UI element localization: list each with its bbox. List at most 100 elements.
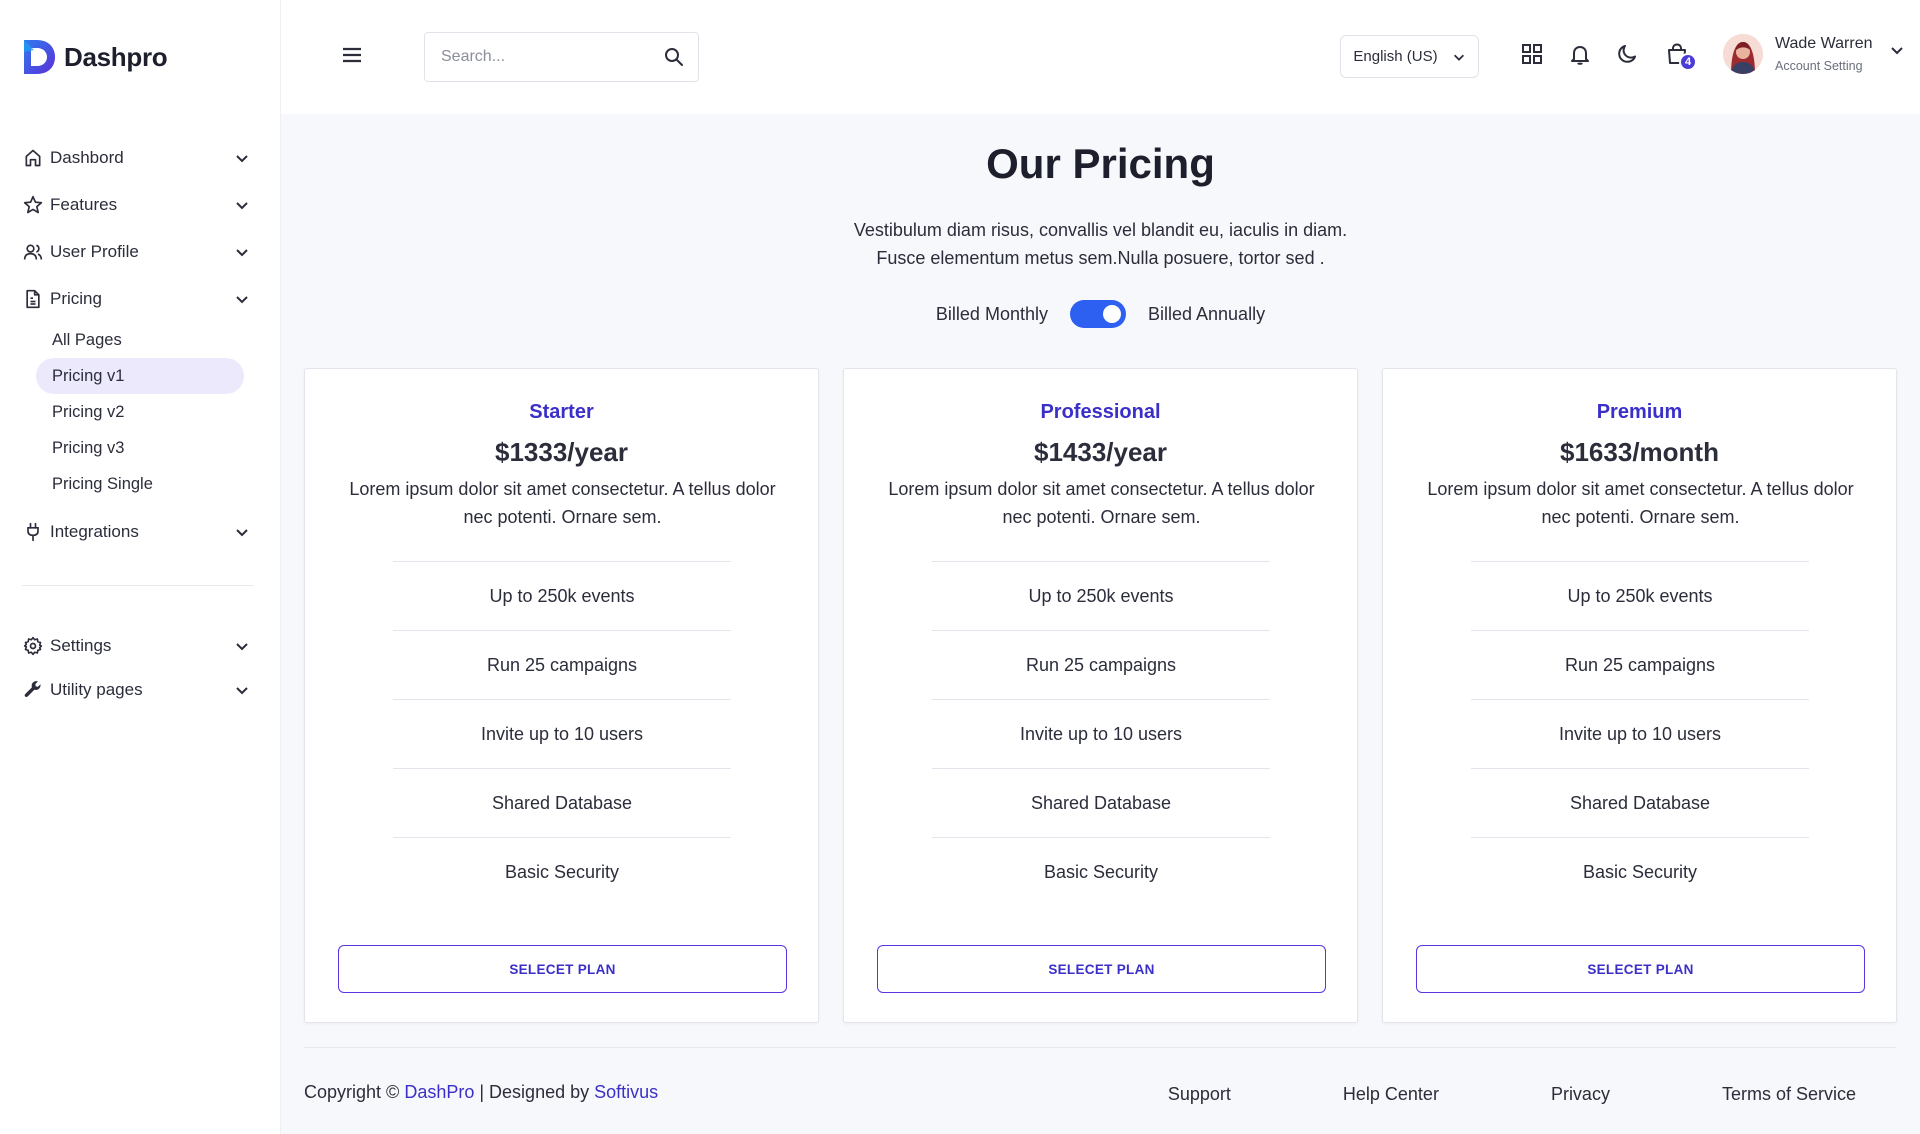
footer-link-privacy[interactable]: Privacy: [1551, 1084, 1610, 1105]
chevron-down-icon: [236, 295, 248, 303]
home-icon: [22, 147, 44, 169]
footer-links: Support Help Center Privacy Terms of Ser…: [1168, 1084, 1856, 1105]
chevron-down-icon: [236, 154, 248, 162]
grid-icon: [1522, 44, 1542, 64]
plan-features: Up to 250k events Run 25 campaigns Invit…: [1471, 561, 1809, 906]
chevron-down-icon: [236, 687, 248, 695]
feature-item: Up to 250k events: [1471, 561, 1809, 630]
feature-item: Basic Security: [932, 837, 1270, 906]
notifications-button[interactable]: [1569, 43, 1593, 67]
user-info: Wade Warren Account Setting: [1775, 35, 1873, 73]
footer-link-terms[interactable]: Terms of Service: [1722, 1084, 1856, 1105]
feature-item: Basic Security: [1471, 837, 1809, 906]
chevron-down-icon: [236, 528, 248, 536]
pricing-card-premium: Premium $1633/month Lorem ipsum dolor si…: [1382, 368, 1897, 1023]
footer-link-support[interactable]: Support: [1168, 1084, 1231, 1105]
sidebar-nav: Dashbord Features User Profile Pricing A…: [22, 134, 262, 712]
feature-item: Shared Database: [393, 768, 731, 837]
sidebar-item-dashboard[interactable]: Dashbord: [22, 134, 262, 181]
cart-button[interactable]: 4: [1666, 43, 1697, 71]
sidebar-item-user-profile[interactable]: User Profile: [22, 228, 262, 275]
pricing-cards: Starter $1333/year Lorem ipsum dolor sit…: [304, 368, 1897, 1023]
search-box: [424, 32, 699, 82]
select-plan-button[interactable]: SELECET PLAN: [338, 945, 787, 993]
plan-description: Lorem ipsum dolor sit amet consectetur. …: [888, 479, 1315, 527]
sidebar-item-integrations[interactable]: Integrations: [22, 508, 262, 555]
toggle-knob: [1102, 305, 1121, 323]
subtitle-line-1: Vestibulum diam risus, convallis vel bla…: [853, 220, 1348, 240]
dashpro-link[interactable]: DashPro: [404, 1082, 474, 1102]
subtitle-line-2: Fusce elementum metus sem.Nulla posuere,…: [876, 248, 1325, 268]
plan-description: Lorem ipsum dolor sit amet consectetur. …: [349, 479, 776, 527]
sidebar-item-label: Integrations: [50, 521, 139, 541]
plan-name: Starter: [529, 401, 594, 423]
apps-grid-button[interactable]: [1521, 43, 1545, 67]
sidebar-divider: [22, 585, 254, 586]
plan-description: Lorem ipsum dolor sit amet consectetur. …: [1427, 479, 1854, 527]
brand[interactable]: Dashpro: [22, 38, 168, 76]
page-title: Our Pricing: [986, 140, 1215, 187]
sidebar-item-pricing[interactable]: Pricing: [22, 275, 262, 322]
softivus-link[interactable]: Softivus: [594, 1082, 658, 1102]
sidebar-item-settings[interactable]: Settings: [22, 624, 262, 668]
chevron-down-icon: [1890, 47, 1903, 55]
bell-icon: [1571, 46, 1589, 65]
plan-price: $1633/month: [1560, 437, 1719, 467]
sidebar-item-utility-pages[interactable]: Utility pages: [22, 668, 262, 712]
chevron-down-icon: [236, 201, 248, 209]
wrench-icon: [22, 679, 44, 701]
footer: Copyright © DashPro | Designed by Softiv…: [304, 1047, 1896, 1134]
language-label: English (US): [1353, 48, 1438, 65]
feature-item: Shared Database: [1471, 768, 1809, 837]
feature-item: Run 25 campaigns: [393, 630, 731, 699]
feature-item: Run 25 campaigns: [932, 630, 1270, 699]
theme-toggle-button[interactable]: [1617, 43, 1641, 67]
language-selector[interactable]: English (US): [1340, 35, 1479, 78]
sidebar-item-label: Settings: [50, 636, 112, 655]
sidebar-item-label: Dashbord: [50, 147, 124, 167]
feature-item: Invite up to 10 users: [932, 699, 1270, 768]
hamburger-menu-icon[interactable]: [341, 46, 363, 64]
pricing-card-starter: Starter $1333/year Lorem ipsum dolor sit…: [304, 368, 819, 1023]
sidebar-item-label: User Profile: [50, 241, 139, 261]
copyright: Copyright © DashPro | Designed by Softiv…: [304, 1082, 658, 1103]
dashpro-logo-icon: [24, 40, 55, 74]
sidebar-item-label: Features: [50, 194, 118, 214]
chevron-down-icon: [236, 248, 248, 256]
select-plan-button[interactable]: SELECET PLAN: [1416, 945, 1865, 993]
plug-icon: [22, 521, 44, 543]
avatar: [1723, 34, 1763, 74]
chevron-down-icon: [236, 643, 248, 651]
select-plan-button[interactable]: SELECET PLAN: [877, 945, 1326, 993]
designed-by-text: | Designed by: [479, 1082, 590, 1102]
plan-price: $1333/year: [494, 437, 629, 467]
footer-link-help-center[interactable]: Help Center: [1343, 1084, 1439, 1105]
sidebar-subitem-pricing-v2[interactable]: Pricing v2: [36, 394, 244, 430]
search-icon[interactable]: [664, 47, 684, 67]
pricing-submenu: All Pages Pricing v1 Pricing v2 Pricing …: [22, 322, 262, 502]
plan-price: $1433/year: [1033, 437, 1168, 467]
user-profile-menu[interactable]: Wade Warren Account Setting: [1723, 34, 1905, 74]
sidebar-subitem-pricing-v3[interactable]: Pricing v3: [36, 430, 244, 466]
billing-toggle[interactable]: [1069, 300, 1126, 328]
plan-features: Up to 250k events Run 25 campaigns Invit…: [932, 561, 1270, 906]
plan-features: Up to 250k events Run 25 campaigns Invit…: [393, 561, 731, 906]
sidebar-item-features[interactable]: Features: [22, 181, 262, 228]
sidebar-subitem-all-pages[interactable]: All Pages: [36, 322, 244, 358]
sidebar-subitem-pricing-single[interactable]: Pricing Single: [36, 466, 244, 502]
user-name: Wade Warren: [1775, 35, 1873, 52]
account-setting-label: Account Setting: [1775, 59, 1863, 73]
sidebar: Dashpro Dashbord Features User Profile P…: [0, 0, 281, 1134]
billing-toggle-row: Billed Monthly Billed Annually: [281, 300, 1920, 328]
sidebar-subitem-pricing-v1[interactable]: Pricing v1: [36, 358, 244, 394]
feature-item: Up to 250k events: [393, 561, 731, 630]
gear-icon: [22, 635, 44, 657]
users-icon: [22, 241, 44, 263]
search-input[interactable]: [441, 48, 664, 66]
feature-item: Shared Database: [932, 768, 1270, 837]
cart-count-badge: 4: [1679, 53, 1697, 71]
plan-name: Professional: [1040, 401, 1161, 423]
feature-item: Run 25 campaigns: [1471, 630, 1809, 699]
feature-item: Basic Security: [393, 837, 731, 906]
pricing-card-professional: Professional $1433/year Lorem ipsum dolo…: [843, 368, 1358, 1023]
